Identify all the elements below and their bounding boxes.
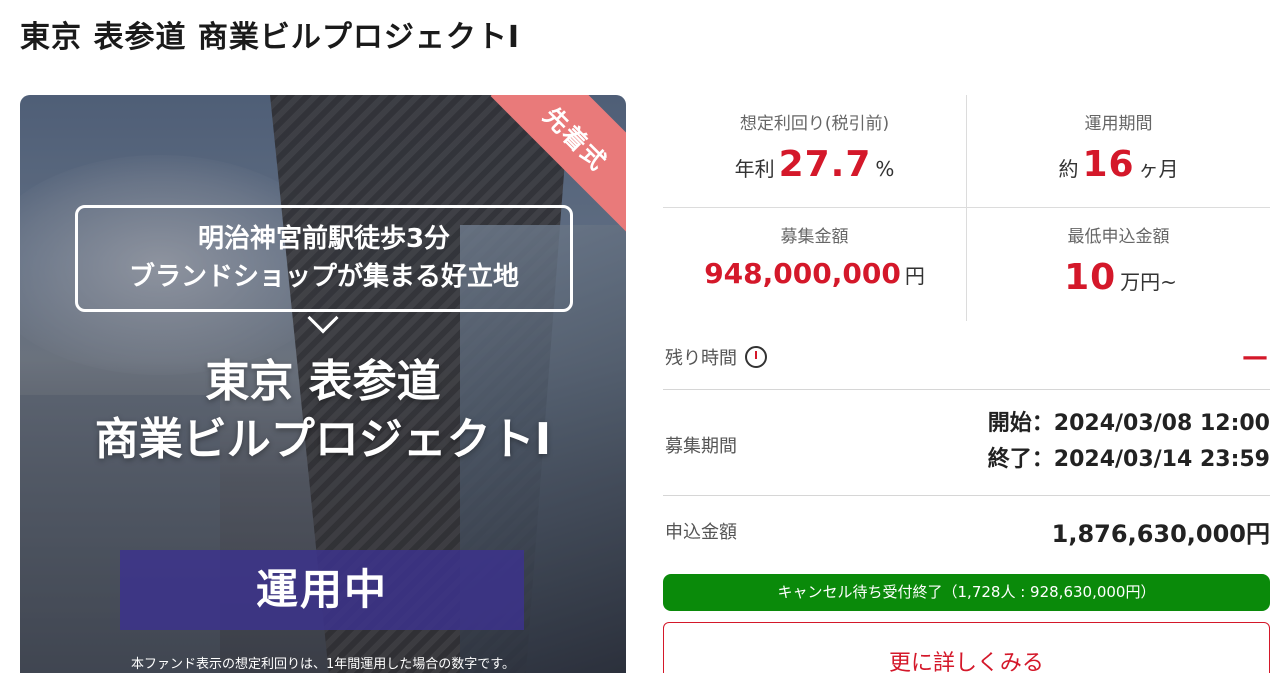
fund-status-badge: 運用中 xyxy=(120,550,524,630)
stat-period-unit: ヶ月 xyxy=(1138,157,1179,181)
fund-stats-grid: 想定利回り(税引前) 年利 27.7% 運用期間 約 16 ヶ月 募集金額 948,0… xyxy=(663,95,1270,321)
stat-yield-prefix: 年利 xyxy=(734,157,775,181)
stat-yield-value: 27.7 xyxy=(778,144,872,185)
stat-period: 運用期間 約 16 ヶ月 xyxy=(967,95,1270,208)
stat-yield: 想定利回り(税引前) 年利 27.7% xyxy=(663,95,967,208)
remaining-time-label: 残り時間 xyxy=(665,348,737,369)
stat-period-label: 運用期間 xyxy=(1084,114,1153,134)
clock-icon xyxy=(745,346,767,368)
stat-yield-label: 想定利回り(税引前) xyxy=(739,114,890,134)
recruitment-start: 開始：2024/03/08 12:00 xyxy=(987,411,1270,436)
stat-minimum-unit: 万円~ xyxy=(1120,270,1177,294)
stat-yield-value-row: 年利 27.7% xyxy=(663,144,966,185)
applied-amount-label: 申込金額 xyxy=(665,522,737,543)
hero-title-line-1: 東京 表参道 xyxy=(205,356,441,407)
location-speech-bubble: 明治神宮前駅徒歩3分 ブランドショップが集まる好立地 xyxy=(75,205,573,312)
applied-amount-row: 申込金額 1,876,630,000円 xyxy=(663,496,1270,562)
remaining-time-value: — xyxy=(1242,342,1268,372)
bubble-line-1: 明治神宮前駅徒歩3分 xyxy=(197,224,451,254)
fund-hero-image[interactable]: 先着式 明治神宮前駅徒歩3分 ブランドショップが集まる好立地 東京 表参道 商業… xyxy=(20,95,626,673)
stat-period-value: 16 xyxy=(1082,144,1135,185)
hero-title-line-2: 商業ビルプロジェクトⅠ xyxy=(94,414,552,465)
stat-period-value-row: 約 16 ヶ月 xyxy=(967,144,1270,185)
remaining-time-row: 残り時間 — xyxy=(663,320,1270,390)
stat-raise: 募集金額 948,000,000 円 xyxy=(663,208,967,321)
recruitment-period-row: 募集期間 開始：2024/03/08 12:00 終了：2024/03/14 2… xyxy=(663,390,1270,496)
remaining-time-label-wrap: 残り時間 xyxy=(665,344,767,370)
applied-amount-value: 1,876,630,000円 xyxy=(1051,520,1270,548)
stat-minimum-value: 10 xyxy=(1064,257,1117,298)
waitlist-status-bar: キャンセル待ち受付終了（1,728人 : 928,630,000円） xyxy=(663,574,1270,611)
stat-raise-label: 募集金額 xyxy=(780,227,849,247)
stat-period-prefix: 約 xyxy=(1058,157,1079,181)
view-details-button[interactable]: 更に詳しくみる xyxy=(663,622,1270,673)
stat-minimum-value-row: 10 万円~ xyxy=(967,257,1270,298)
yield-disclaimer: 本ファンド表示の想定利回りは、1年間運用した場合の数字です。 xyxy=(131,657,515,672)
recruitment-end: 終了：2024/03/14 23:59 xyxy=(987,447,1270,472)
stat-raise-value: 948,000,000 xyxy=(704,257,901,290)
hero-project-title: 東京 表参道 商業ビルプロジェクトⅠ xyxy=(20,353,626,469)
stat-yield-unit: % xyxy=(875,157,895,181)
stat-minimum: 最低申込金額 10 万円~ xyxy=(967,208,1270,321)
stat-raise-unit: 円 xyxy=(904,264,925,288)
stat-raise-value-row: 948,000,000 円 xyxy=(663,257,966,290)
recruitment-period-label: 募集期間 xyxy=(665,436,737,457)
recruitment-period-values: 開始：2024/03/08 12:00 終了：2024/03/14 23:59 xyxy=(988,406,1270,478)
stat-minimum-label: 最低申込金額 xyxy=(1067,227,1170,247)
bubble-line-2: ブランドショップが集まる好立地 xyxy=(128,262,519,292)
page-title: 東京 表参道 商業ビルプロジェクトⅠ xyxy=(20,20,521,55)
